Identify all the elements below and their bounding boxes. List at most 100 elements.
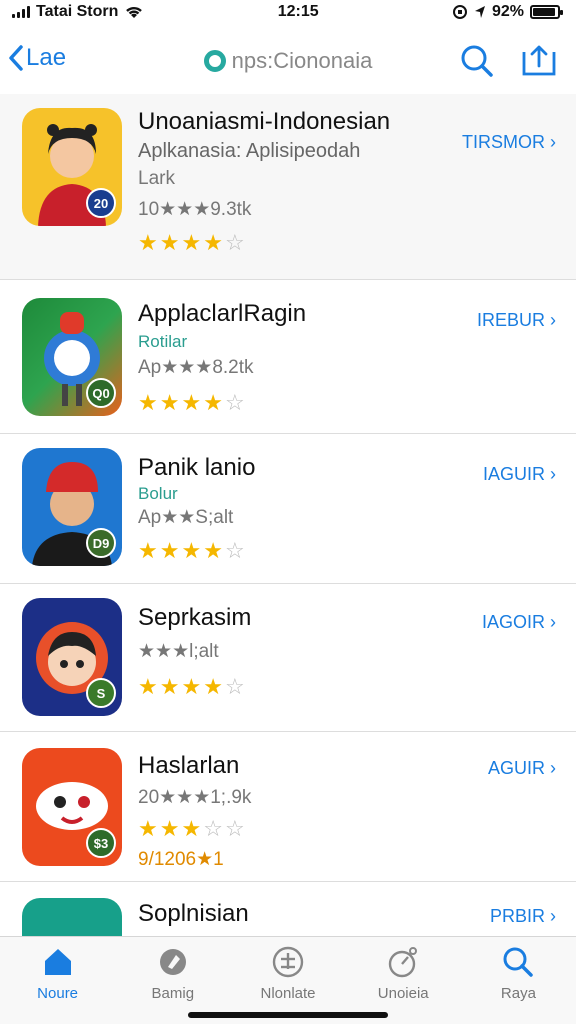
app-list: 20 Unoaniasmi-Indonesian Aplkanasia: Apl… bbox=[0, 94, 576, 936]
home-icon bbox=[44, 949, 71, 975]
tab-updates[interactable]: Unoieia bbox=[346, 937, 461, 1024]
rating-stars: ★★★☆☆ bbox=[138, 816, 247, 842]
app-subtitle: Bolur bbox=[138, 484, 178, 503]
status-right: 92% bbox=[452, 3, 563, 21]
carrier-label: Tatai Storn bbox=[36, 3, 119, 20]
get-button[interactable]: PRBIR › bbox=[490, 906, 556, 927]
wifi-icon bbox=[126, 6, 143, 18]
app-row[interactable]: Soplnisian PRBIR › bbox=[0, 882, 576, 936]
app-name: Seprkasim bbox=[138, 604, 252, 631]
star-filled-icon: ★ bbox=[138, 538, 160, 563]
tab-label: Raya bbox=[500, 985, 536, 1002]
tab-bar: Noure Bamig Nlonlate Unoieia Raya bbox=[0, 936, 576, 1024]
tab-label: Noure bbox=[37, 985, 79, 1002]
star-empty-icon: ☆ bbox=[224, 674, 247, 699]
app-rating-text: ★★★l;alt bbox=[138, 641, 219, 662]
badge: 20 bbox=[86, 188, 116, 218]
app-name: Panik lanio bbox=[138, 454, 256, 481]
badge: S bbox=[86, 678, 116, 708]
star-filled-icon: ★ bbox=[138, 674, 160, 699]
badge: $3 bbox=[86, 828, 116, 858]
star-filled-icon: ★ bbox=[181, 230, 204, 255]
get-button[interactable]: IREBUR › bbox=[477, 310, 556, 331]
signal-icon bbox=[12, 6, 30, 18]
app-rating-text: Ap★★S;alt bbox=[138, 507, 234, 528]
get-button[interactable]: IAGOIR › bbox=[482, 612, 556, 633]
app-name: Soplnisian bbox=[138, 900, 249, 927]
app-icon: Q0 bbox=[22, 298, 122, 416]
app-name: Haslarlan bbox=[138, 752, 240, 779]
star-filled-icon: ★ bbox=[159, 816, 182, 841]
star-filled-icon: ★ bbox=[181, 816, 204, 841]
battery-percent: 92% bbox=[491, 3, 524, 20]
apps-icon bbox=[272, 946, 304, 978]
star-filled-icon: ★ bbox=[203, 230, 225, 255]
back-button[interactable]: Lae bbox=[8, 44, 66, 72]
app-row[interactable]: D9 Panik lanio Bolur Ap★★S;alt ★★★★☆ IAG… bbox=[0, 434, 576, 584]
nav-bar: Lae nps:Ciononaia bbox=[0, 30, 576, 94]
get-button[interactable]: AGUIR › bbox=[488, 758, 556, 779]
star-filled-icon: ★ bbox=[203, 538, 225, 563]
star-empty-icon: ☆ bbox=[224, 390, 247, 415]
back-label: Lae bbox=[26, 44, 67, 71]
app-row[interactable]: S Seprkasim ★★★l;alt ★★★★☆ IAGOIR › bbox=[0, 584, 576, 732]
rating-stars: ★★★★☆ bbox=[138, 538, 247, 564]
battery-icon bbox=[529, 5, 563, 19]
app-rating-text: 20★★★1;.9k bbox=[138, 787, 252, 808]
home-indicator[interactable] bbox=[188, 1012, 388, 1018]
app-subtitle: Rotilar bbox=[138, 332, 188, 351]
battery-level bbox=[532, 8, 555, 16]
tab-label: Bamig bbox=[151, 985, 195, 1002]
badge: D9 bbox=[86, 528, 116, 558]
search-icon bbox=[503, 947, 534, 977]
share-icon[interactable] bbox=[520, 44, 558, 78]
tab-games[interactable]: Bamig bbox=[115, 937, 230, 1024]
badge: Q0 bbox=[86, 378, 116, 408]
nav-actions bbox=[460, 44, 558, 78]
tab-apps[interactable]: Nlonlate bbox=[230, 937, 345, 1024]
chevron-left-icon bbox=[9, 45, 23, 71]
get-button[interactable]: IAGUIR › bbox=[483, 464, 556, 485]
search-icon[interactable] bbox=[460, 44, 494, 78]
star-filled-icon: ★ bbox=[159, 230, 182, 255]
star-filled-icon: ★ bbox=[159, 390, 182, 415]
mascot-icon bbox=[22, 898, 122, 936]
star-filled-icon: ★ bbox=[181, 538, 204, 563]
app-row[interactable]: Q0 ApplaclarlRagin Rotilar Ap★★★8.2tk ★★… bbox=[0, 280, 576, 434]
status-bar: Tatai Storn 12:15 92% bbox=[0, 0, 576, 24]
star-empty-icon: ☆ bbox=[203, 816, 225, 841]
star-filled-icon: ★ bbox=[138, 816, 160, 841]
app-icon: 20 bbox=[22, 108, 122, 226]
app-icon: $3 bbox=[22, 748, 122, 866]
star-filled-icon: ★ bbox=[159, 674, 182, 699]
updates-icon bbox=[389, 947, 418, 978]
star-filled-icon: ★ bbox=[203, 390, 225, 415]
page-title-text: nps:Ciononaia bbox=[231, 48, 373, 73]
app-subtitle: Aplkanasia: Aplisipeodah bbox=[138, 140, 361, 162]
location-icon bbox=[474, 6, 485, 18]
star-filled-icon: ★ bbox=[203, 674, 225, 699]
tab-label: Unoieia bbox=[377, 985, 429, 1002]
app-name: ApplaclarlRagin bbox=[138, 300, 307, 327]
app-rating-text: Ap★★★8.2tk bbox=[138, 357, 254, 378]
app-row[interactable]: 20 Unoaniasmi-Indonesian Aplkanasia: Apl… bbox=[0, 94, 576, 280]
app-rating-text: 10★★★9.3tk bbox=[138, 199, 252, 220]
star-empty-icon: ☆ bbox=[224, 230, 247, 255]
tab-label: Nlonlate bbox=[260, 985, 316, 1002]
get-button[interactable]: TIRSMOR › bbox=[462, 132, 556, 153]
star-empty-icon: ☆ bbox=[224, 816, 247, 841]
app-extra: 9/1206★1 bbox=[138, 849, 224, 870]
rating-stars: ★★★★☆ bbox=[138, 390, 247, 416]
star-filled-icon: ★ bbox=[181, 390, 204, 415]
status-left: Tatai Storn bbox=[12, 3, 144, 21]
app-store-logo-icon bbox=[203, 50, 226, 72]
clock: 12:15 bbox=[277, 3, 319, 20]
app-developer: Lark bbox=[138, 168, 175, 189]
app-row[interactable]: $3 Haslarlan 20★★★1;.9k ★★★☆☆ 9/1206★1 A… bbox=[0, 732, 576, 882]
star-filled-icon: ★ bbox=[181, 674, 204, 699]
tab-home[interactable]: Noure bbox=[0, 937, 115, 1024]
star-empty-icon: ☆ bbox=[224, 538, 247, 563]
app-icon bbox=[22, 898, 122, 936]
tab-search[interactable]: Raya bbox=[461, 937, 576, 1024]
rating-stars: ★★★★☆ bbox=[138, 230, 247, 256]
